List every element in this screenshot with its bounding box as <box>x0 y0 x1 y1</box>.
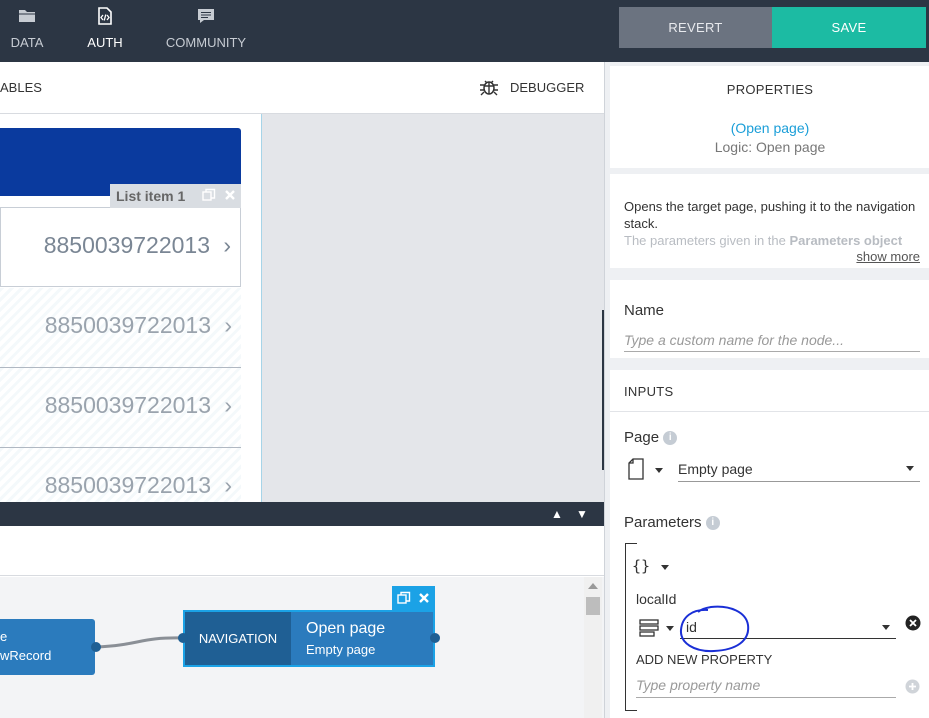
node-logic-label: Logic: Open page <box>714 139 826 155</box>
input-port[interactable] <box>178 633 188 643</box>
close-icon[interactable] <box>223 188 237 202</box>
node-description: Opens the target page, pushing it to the… <box>624 198 920 249</box>
list-item-value: 8850039722013 <box>43 232 210 258</box>
show-more-link[interactable]: show more <box>856 249 920 264</box>
collapse-down-icon[interactable]: ▼ <box>576 507 588 521</box>
nav-data[interactable]: DATA <box>0 0 54 62</box>
inputs-card: INPUTS Page i Empty page Parameters i {}… <box>610 370 929 718</box>
info-icon[interactable]: i <box>663 431 678 446</box>
param-key-label: localId <box>636 591 677 607</box>
canvas-preview: 8850039722013 › 8850039722013 › 88500397… <box>0 114 604 502</box>
list-item[interactable]: 8850039722013 › <box>0 368 241 448</box>
page-select[interactable]: Empty page <box>678 458 920 482</box>
scroll-thumb[interactable] <box>586 597 600 615</box>
page-source-dropdown-icon[interactable] <box>655 468 663 473</box>
node-type-link[interactable]: (Open page) <box>610 120 929 136</box>
chevron-right-icon: › <box>224 472 232 498</box>
node-category: NAVIGATION <box>185 612 291 665</box>
device-preview: 8850039722013 › 8850039722013 › 88500397… <box>0 114 262 502</box>
duplicate-icon[interactable] <box>397 591 411 605</box>
debugger-button[interactable]: DEBUGGER <box>478 77 584 97</box>
description-faded: The parameters given in the <box>624 233 790 248</box>
logic-panel-bar: ▲ ▼ <box>0 502 604 526</box>
nav-community[interactable]: COMMUNITY <box>160 0 252 62</box>
add-property-input[interactable] <box>636 672 896 698</box>
nav-community-label: COMMUNITY <box>165 35 247 50</box>
add-property-icon[interactable] <box>905 679 920 694</box>
binding-dropdown-icon[interactable] <box>666 626 674 631</box>
properties-title: PROPERTIES <box>726 82 814 97</box>
variables-tab[interactable]: ABLES <box>0 80 42 95</box>
duplicate-icon[interactable] <box>202 188 216 202</box>
list-item[interactable]: 8850039722013 › <box>0 448 241 502</box>
add-property-label: ADD NEW PROPERTY <box>636 652 773 667</box>
parameters-label: Parameters <box>624 514 702 531</box>
node-title: Open page <box>306 620 386 637</box>
output-port[interactable] <box>430 633 440 643</box>
page-field-label: Page i <box>624 429 678 446</box>
annotation-circle <box>679 605 750 653</box>
properties-header: PROPERTIES (Open page) Logic: Open page <box>610 66 929 168</box>
node-name-input[interactable] <box>624 328 920 352</box>
remove-property-icon[interactable] <box>905 615 921 631</box>
expand-up-icon[interactable]: ▲ <box>551 507 563 521</box>
parameters-field-label: Parameters i <box>624 514 720 531</box>
list-item[interactable]: 8850039722013 › <box>0 207 241 287</box>
nav-data-label: DATA <box>10 35 44 50</box>
save-button[interactable]: SAVE <box>772 7 926 48</box>
node-prev-line1: e <box>0 629 8 644</box>
info-icon[interactable]: i <box>705 516 720 531</box>
logic-node-open-page[interactable]: NAVIGATION Open page Empty page <box>183 610 435 667</box>
chevron-right-icon: › <box>224 392 232 418</box>
chevron-down-icon <box>882 625 890 630</box>
object-braces-icon: {} <box>632 557 651 575</box>
chevron-down-icon <box>906 466 914 471</box>
properties-panel: PROPERTIES (Open page) Logic: Open page … <box>604 62 929 718</box>
description-card: Opens the target page, pushing it to the… <box>610 174 929 268</box>
list-item-tag-label: List item 1 <box>116 188 186 204</box>
name-label: Name <box>624 302 665 319</box>
inputs-label: INPUTS <box>624 384 674 399</box>
list-item-tag: List item 1 <box>110 184 241 208</box>
description-faded-bold: Parameters object <box>789 233 903 248</box>
top-bar: DATA AUTH COMMUNITY REVERT SAVE <box>0 0 929 62</box>
list-item-value: 8850039722013 <box>44 312 211 338</box>
page-select-value: Empty page <box>678 461 753 477</box>
nav-auth-label: AUTH <box>87 35 123 50</box>
node-subtitle: Empty page <box>306 642 376 657</box>
nav-auth[interactable]: AUTH <box>80 0 130 62</box>
logic-toolbar <box>0 526 604 576</box>
folder-icon <box>19 10 35 22</box>
scroll-up-icon[interactable] <box>588 583 598 589</box>
revert-button[interactable]: REVERT <box>619 7 772 48</box>
list-item-value: 8850039722013 <box>44 472 211 498</box>
object-type-dropdown-icon[interactable] <box>661 565 669 570</box>
node-controls <box>392 586 435 610</box>
code-file-icon <box>98 7 112 25</box>
bug-icon <box>480 80 498 96</box>
canvas-toolbar: ABLES DEBUGGER <box>0 62 604 114</box>
name-card: Name <box>610 280 929 358</box>
page-label: Page <box>624 429 660 446</box>
node-description-text: Opens the target page, pushing it to the… <box>624 199 916 231</box>
list-item-value: 8850039722013 <box>44 392 211 418</box>
binding-source-icon[interactable] <box>639 619 659 637</box>
node-prev-line2: wRecord <box>0 648 52 663</box>
logic-scrollbar[interactable] <box>584 577 602 718</box>
chevron-right-icon: › <box>224 312 232 338</box>
output-port[interactable] <box>91 642 101 652</box>
page-icon <box>628 458 644 480</box>
chat-icon <box>198 9 214 23</box>
close-icon[interactable] <box>417 591 431 605</box>
logic-node-previous[interactable]: e wRecord <box>0 619 95 675</box>
divider <box>610 411 929 412</box>
debugger-label: DEBUGGER <box>510 79 585 95</box>
list-item[interactable]: 8850039722013 › <box>0 288 241 368</box>
chevron-right-icon: › <box>223 232 231 258</box>
